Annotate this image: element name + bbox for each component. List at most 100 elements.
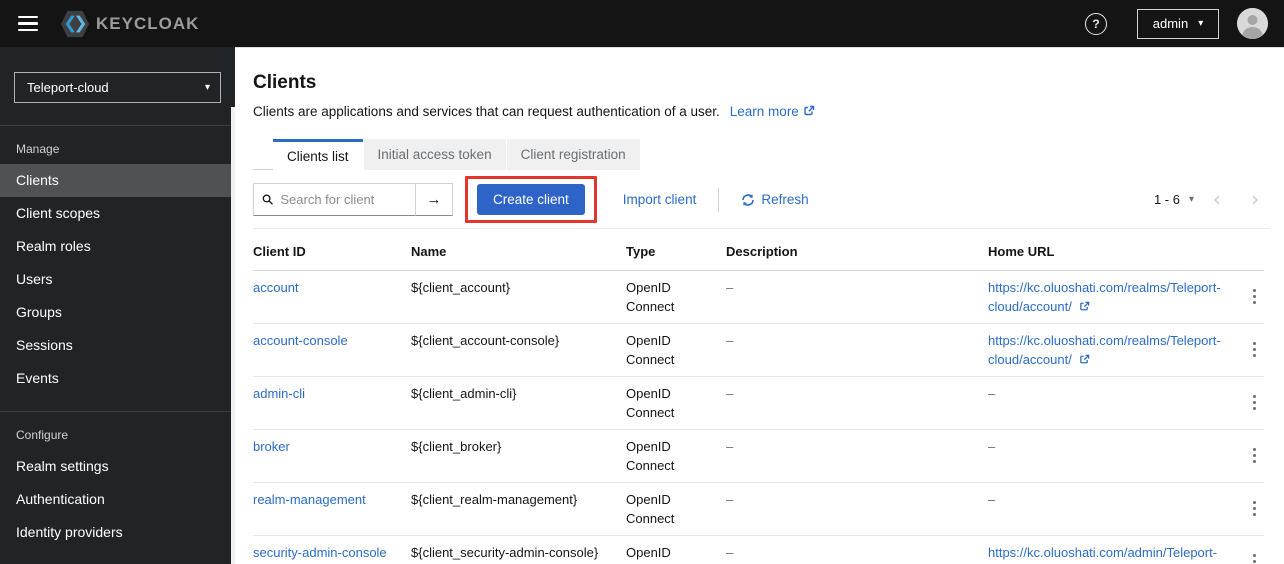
client-type: OpenID Connect xyxy=(626,333,675,367)
tab-client-registration[interactable]: Client registration xyxy=(505,139,640,170)
sidebar-item-realm-roles[interactable]: Realm roles xyxy=(0,230,235,263)
client-id-link[interactable]: broker xyxy=(253,439,290,454)
client-description: – xyxy=(726,545,734,560)
home-url-empty: – xyxy=(988,386,996,401)
kebab-menu-icon[interactable] xyxy=(1247,391,1263,415)
kebab-menu-icon[interactable] xyxy=(1247,285,1263,309)
keycloak-logo: KEYCLOAK xyxy=(60,10,199,38)
client-description: – xyxy=(726,333,734,348)
search-icon xyxy=(262,194,273,205)
client-id-link[interactable]: account xyxy=(253,280,299,295)
main-content: Clients Clients are applications and ser… xyxy=(235,47,1284,564)
chevron-left-icon xyxy=(1213,194,1220,205)
sidebar-item-authentication[interactable]: Authentication xyxy=(0,483,235,516)
client-description: – xyxy=(726,280,734,295)
sidebar-scrollbar[interactable] xyxy=(231,107,235,564)
tab-bar-left-pad xyxy=(253,139,273,170)
client-type: OpenID Connect xyxy=(626,439,675,473)
sidebar-item-identity-providers[interactable]: Identity providers xyxy=(0,516,235,549)
avatar[interactable] xyxy=(1237,8,1268,39)
refresh-icon xyxy=(742,193,755,206)
chevron-down-icon: ▾ xyxy=(1188,194,1194,205)
chevron-down-icon: ▾ xyxy=(204,82,210,93)
hamburger-menu-icon[interactable] xyxy=(18,15,38,32)
top-bar: KEYCLOAK ? admin ▾ xyxy=(0,0,1284,47)
table-row: account-console ${client_account-console… xyxy=(253,323,1264,377)
column-header-home-url: Home URL xyxy=(988,231,1238,271)
home-url-link[interactable]: https://kc.oluoshati.com/realms/Teleport… xyxy=(988,280,1221,314)
sidebar-item-users[interactable]: Users xyxy=(0,263,235,296)
keycloak-logo-icon xyxy=(61,10,89,37)
table-header-row: Client ID Name Type Description Home URL xyxy=(253,231,1264,271)
client-name: ${client_broker} xyxy=(411,439,502,454)
pagination-prev-button[interactable] xyxy=(1202,190,1232,210)
client-id-link[interactable]: admin-cli xyxy=(253,386,305,401)
client-name: ${client_realm-management} xyxy=(411,492,578,507)
pagination-top: 1 - 6 ▾ xyxy=(1154,190,1270,210)
create-client-button[interactable]: Create client xyxy=(477,184,585,215)
user-menu-dropdown[interactable]: admin ▾ xyxy=(1137,8,1219,39)
kebab-menu-icon[interactable] xyxy=(1247,444,1263,468)
client-description: – xyxy=(726,386,734,401)
external-link-icon xyxy=(1079,301,1090,312)
import-client-link[interactable]: Import client xyxy=(623,192,697,207)
search-input-wrap xyxy=(253,183,416,216)
page-description: Clients are applications and services th… xyxy=(253,104,1270,119)
sidebar-item-clients[interactable]: Clients xyxy=(0,164,235,197)
learn-more-link[interactable]: Learn more xyxy=(730,104,815,119)
clients-table: Client ID Name Type Description Home URL… xyxy=(253,231,1264,564)
home-url-link[interactable]: https://kc.oluoshati.com/realms/Teleport… xyxy=(988,333,1221,367)
current-realm-name: Teleport-cloud xyxy=(27,80,109,95)
table-row: admin-cli ${client_admin-cli} OpenID Con… xyxy=(253,376,1264,430)
search-input[interactable] xyxy=(280,192,407,207)
pagination-range-dropdown[interactable]: 1 - 6 ▾ xyxy=(1154,192,1194,207)
kebab-menu-icon[interactable] xyxy=(1247,497,1263,521)
client-description: – xyxy=(726,492,734,507)
table-row: security-admin-console ${client_security… xyxy=(253,535,1264,564)
column-header-type: Type xyxy=(626,231,726,271)
client-description: – xyxy=(726,439,734,454)
client-type: OpenID Connect xyxy=(626,545,671,560)
sidebar-item-client-scopes[interactable]: Client scopes xyxy=(0,197,235,230)
pagination-next-button[interactable] xyxy=(1240,190,1270,210)
kebab-menu-icon[interactable] xyxy=(1247,550,1263,564)
external-link-icon xyxy=(1079,354,1090,365)
user-avatar-icon xyxy=(1237,8,1268,39)
realm-selector-dropdown[interactable]: Teleport-cloud ▾ xyxy=(14,72,221,103)
nav-section-configure-label: Configure xyxy=(16,428,69,442)
client-id-link[interactable]: account-console xyxy=(253,333,348,348)
toolbar: → Create client Import client Refresh xyxy=(253,170,1270,229)
refresh-link[interactable]: Refresh xyxy=(741,192,809,207)
help-icon[interactable]: ? xyxy=(1085,12,1107,35)
sidebar-item-events[interactable]: Events xyxy=(0,362,235,395)
column-header-name: Name xyxy=(411,231,626,271)
client-type: OpenID Connect xyxy=(626,386,675,420)
column-header-client-id: Client ID xyxy=(253,231,411,271)
external-link-icon xyxy=(803,105,815,117)
client-name: ${client_security-admin-console} xyxy=(411,545,599,560)
sidebar: Teleport-cloud ▾ Manage Clients Client s… xyxy=(0,47,235,564)
client-id-link[interactable]: realm-management xyxy=(253,492,366,507)
kebab-menu-icon[interactable] xyxy=(1247,338,1263,362)
pagination-range: 1 - 6 xyxy=(1153,192,1180,207)
search-submit-button[interactable]: → xyxy=(416,183,453,216)
client-id-link[interactable]: security-admin-console xyxy=(253,545,387,560)
table-row: broker ${client_broker} OpenID Connect –… xyxy=(253,429,1264,483)
client-type: OpenID Connect xyxy=(626,492,675,526)
home-url-empty: – xyxy=(988,492,996,507)
chevron-down-icon: ▾ xyxy=(1198,18,1204,29)
sidebar-item-realm-settings[interactable]: Realm settings xyxy=(0,450,235,483)
table-row: account ${client_account} OpenID Connect… xyxy=(253,270,1264,324)
home-url-empty: – xyxy=(988,439,996,454)
brand-name: KEYCLOAK xyxy=(96,13,200,33)
home-url-link[interactable]: https://kc.oluoshati.com/admin/Teleport-… xyxy=(988,545,1217,564)
tab-initial-access-token[interactable]: Initial access token xyxy=(362,139,506,170)
sidebar-item-groups[interactable]: Groups xyxy=(0,296,235,329)
tab-clients-list[interactable]: Clients list xyxy=(273,139,363,170)
page-title: Clients xyxy=(253,72,317,93)
client-name: ${client_account-console} xyxy=(411,333,560,348)
column-header-description: Description xyxy=(726,231,988,271)
username: admin xyxy=(1152,16,1189,31)
toolbar-divider xyxy=(718,187,720,212)
sidebar-item-sessions[interactable]: Sessions xyxy=(0,329,235,362)
